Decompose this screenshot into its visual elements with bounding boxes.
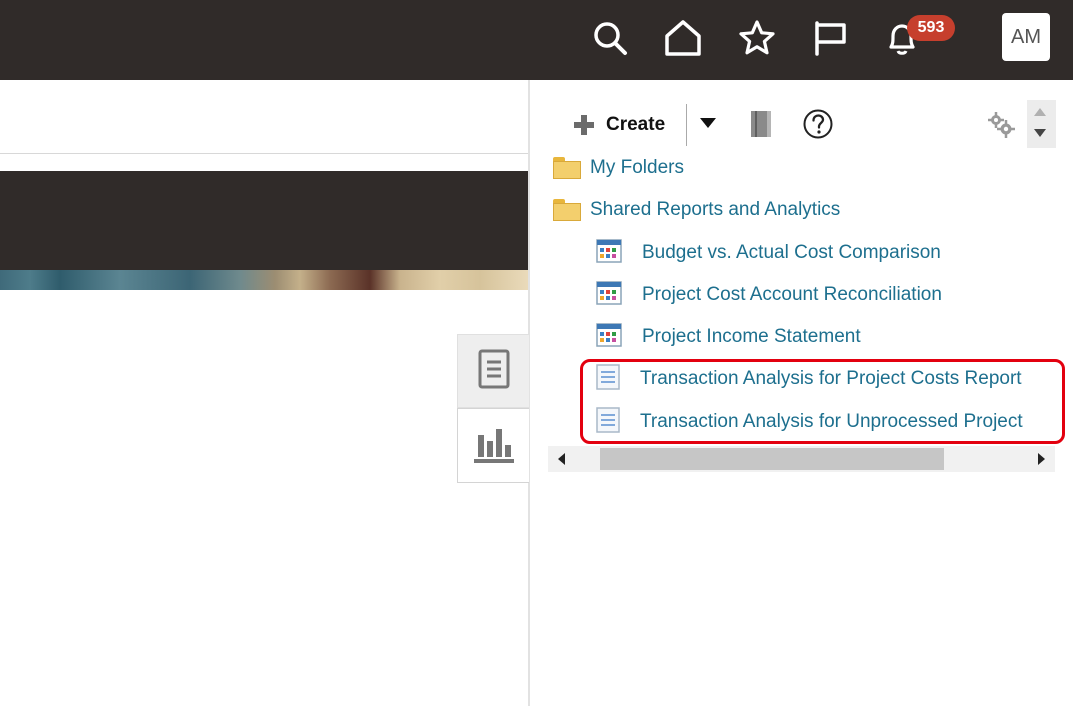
watchlist-flag-icon[interactable]: [810, 18, 850, 58]
dropdown-arrow-icon: [699, 116, 717, 134]
tree-report-label: Project Cost Account Reconciliation: [642, 284, 942, 305]
tree-folder-label: My Folders: [590, 157, 684, 178]
tree-folder-label: Shared Reports and Analytics: [590, 199, 841, 220]
tab-documents[interactable]: [457, 334, 529, 408]
scroll-left-arrow-icon[interactable]: [558, 453, 565, 465]
scrollbar-thumb[interactable]: [600, 448, 944, 470]
notification-count-badge[interactable]: 593: [907, 15, 955, 41]
folder-icon: [553, 199, 581, 221]
user-avatar[interactable]: AM: [1002, 13, 1050, 61]
search-icon[interactable]: [590, 18, 630, 58]
scroll-right-arrow-icon[interactable]: [1038, 453, 1045, 465]
settings-gears-icon: [985, 109, 1015, 144]
settings-button[interactable]: [984, 110, 1016, 142]
tree-report-label: Transaction Analysis for Project Costs R…: [640, 368, 1022, 389]
create-dropdown-button[interactable]: [696, 112, 720, 138]
help-button[interactable]: [802, 108, 834, 145]
banner-decorative-pattern: [0, 270, 529, 290]
analysis-icon: [596, 280, 622, 310]
tree-report-label: Budget vs. Actual Cost Comparison: [642, 242, 941, 263]
report-document-icon: [596, 363, 620, 395]
scroll-down-arrow-icon[interactable]: [1034, 129, 1046, 137]
document-icon: [477, 349, 511, 394]
tree-report-transaction-analysis-costs[interactable]: Transaction Analysis for Project Costs R…: [596, 363, 1022, 395]
create-button-label: Create: [606, 114, 666, 135]
page-banner: [0, 171, 529, 270]
tree-folder-my-folders[interactable]: My Folders: [553, 153, 684, 183]
panel-vertical-scrollbar[interactable]: [1027, 100, 1056, 148]
analysis-icon: [596, 238, 622, 268]
home-icon[interactable]: [663, 18, 703, 58]
global-header: 593 AM: [0, 0, 1073, 80]
tree-report-label: Transaction Analysis for Unprocessed Pro…: [640, 411, 1023, 432]
favorites-star-icon[interactable]: [737, 18, 777, 58]
add-icon: [572, 113, 596, 137]
tree-report-label: Project Income Statement: [642, 326, 861, 347]
report-document-icon: [596, 406, 620, 438]
divider-line: [0, 153, 529, 154]
analysis-icon: [596, 322, 622, 352]
scroll-up-arrow-icon[interactable]: [1034, 108, 1046, 116]
help-icon: [802, 108, 834, 145]
create-button[interactable]: Create: [572, 110, 665, 140]
create-separator: [686, 104, 687, 146]
tree-report-transaction-analysis-unprocessed[interactable]: Transaction Analysis for Unprocessed Pro…: [596, 406, 1023, 438]
catalog-book-icon: [747, 109, 775, 144]
reports-toolbar: Create: [548, 100, 1056, 150]
catalog-button[interactable]: [745, 110, 777, 142]
folder-icon: [553, 157, 581, 179]
tree-horizontal-scrollbar[interactable]: [548, 446, 1055, 472]
tree-clip-region: Transaction Analysis for Project Costs R…: [548, 358, 1050, 444]
tree-report-cost-account-reconciliation[interactable]: Project Cost Account Reconciliation: [596, 280, 942, 310]
tree-report-budget-vs-actual[interactable]: Budget vs. Actual Cost Comparison: [596, 238, 941, 268]
tab-reports-analytics[interactable]: [457, 408, 529, 483]
tree-folder-shared-reports[interactable]: Shared Reports and Analytics: [553, 195, 840, 225]
tree-report-project-income-statement[interactable]: Project Income Statement: [596, 322, 861, 352]
bar-chart-icon: [472, 421, 516, 470]
